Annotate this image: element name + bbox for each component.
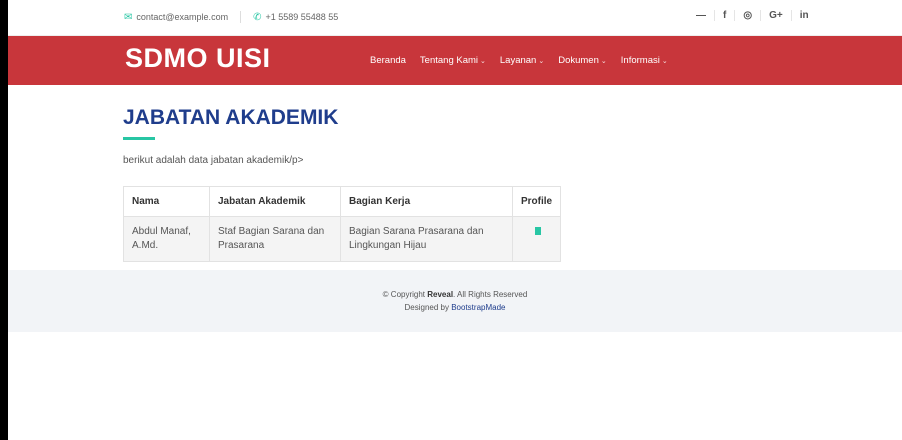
cell-bagian: Bagian Sarana Prasarana dan Lingkungan H… [340,216,513,262]
nav-item-label: Informasi [620,55,660,66]
copyright-prefix: © Copyright [382,290,428,299]
contact-info: ✉ contact@example.com ✆ +1 5589 55488 55 [124,11,338,23]
facebook-icon[interactable]: f [714,10,734,21]
designed-by-text: Designed by BootstrapMade [8,303,902,312]
main-nav: Beranda Tentang Kami ⌄ Layanan ⌄ Dokumen ⌄ … [370,55,682,66]
instagram-icon[interactable]: ◎ [734,10,760,21]
nav-item-label: Dokumen [558,55,599,66]
jabatan-table: Nama Jabatan Akademik Bagian Kerja Profi… [123,186,562,262]
phone-icon: ✆ [253,11,262,23]
chevron-down-icon: ⌄ [600,58,607,65]
nav-item-informasi[interactable]: Informasi ⌄ [621,55,668,66]
column-header-profile: Profile [511,186,562,217]
table-header-row: Nama Jabatan Akademik Bagian Kerja Profi… [123,186,562,217]
document-icon[interactable] [535,227,541,235]
nav-item-label: Tentang Kami [419,55,479,66]
twitter-icon[interactable]: — [688,10,714,21]
table-row: Abdul Manaf, A.Md. Staf Bagian Sarana da… [123,216,562,262]
cell-nama: Abdul Manaf, A.Md. [123,216,210,262]
nav-item-layanan[interactable]: Layanan ⌄ [500,55,544,66]
social-links: — f ◎ G+ in [688,10,817,21]
column-header-bagian: Bagian Kerja [340,186,513,217]
column-header-nama: Nama [123,186,210,217]
cell-profile [511,216,562,262]
intro-text: berikut adalah data jabatan akademik/p> [123,155,304,166]
google-plus-icon[interactable]: G+ [760,10,791,21]
chevron-down-icon: ⌄ [480,58,486,65]
contact-email[interactable]: contact@example.com [136,12,228,22]
chevron-down-icon: ⌄ [661,58,668,65]
designed-prefix: Designed by [404,303,452,312]
nav-item-label: Beranda [370,55,406,66]
site-header: SDMO UISI Beranda Tentang Kami ⌄ Layanan ⌄… [8,36,902,85]
envelope-icon: ✉ [124,11,133,23]
window-edge [0,0,8,440]
main-content: JABATAN AKADEMIK berikut adalah data jab… [8,85,902,270]
page-title: JABATAN AKADEMIK [123,106,339,129]
contact-divider [240,11,242,23]
copyright-text: © Copyright Reveal. All Rights Reserved [8,290,902,299]
site-logo[interactable]: SDMO UISI [125,43,271,74]
copyright-brand: Reveal [427,290,454,299]
top-bar: ✉ contact@example.com ✆ +1 5589 55488 55… [8,0,902,36]
contact-phone[interactable]: +1 5589 55488 55 [265,12,338,22]
bootstrapmade-link[interactable]: BootstrapMade [451,303,505,312]
chevron-down-icon: ⌄ [538,58,545,65]
nav-item-beranda[interactable]: Beranda [370,55,406,66]
title-underline [123,137,155,140]
nav-item-dokumen[interactable]: Dokumen ⌄ [558,55,607,66]
nav-item-tentang-kami[interactable]: Tentang Kami ⌄ [420,55,486,66]
copyright-suffix: . All Rights Reserved [453,290,528,299]
nav-item-label: Layanan [499,55,537,66]
cell-jabatan: Staf Bagian Sarana dan Prasarana [209,216,341,262]
column-header-jabatan: Jabatan Akademik [209,186,341,217]
linkedin-icon[interactable]: in [790,10,817,21]
site-footer: © Copyright Reveal. All Rights Reserved … [8,270,902,332]
